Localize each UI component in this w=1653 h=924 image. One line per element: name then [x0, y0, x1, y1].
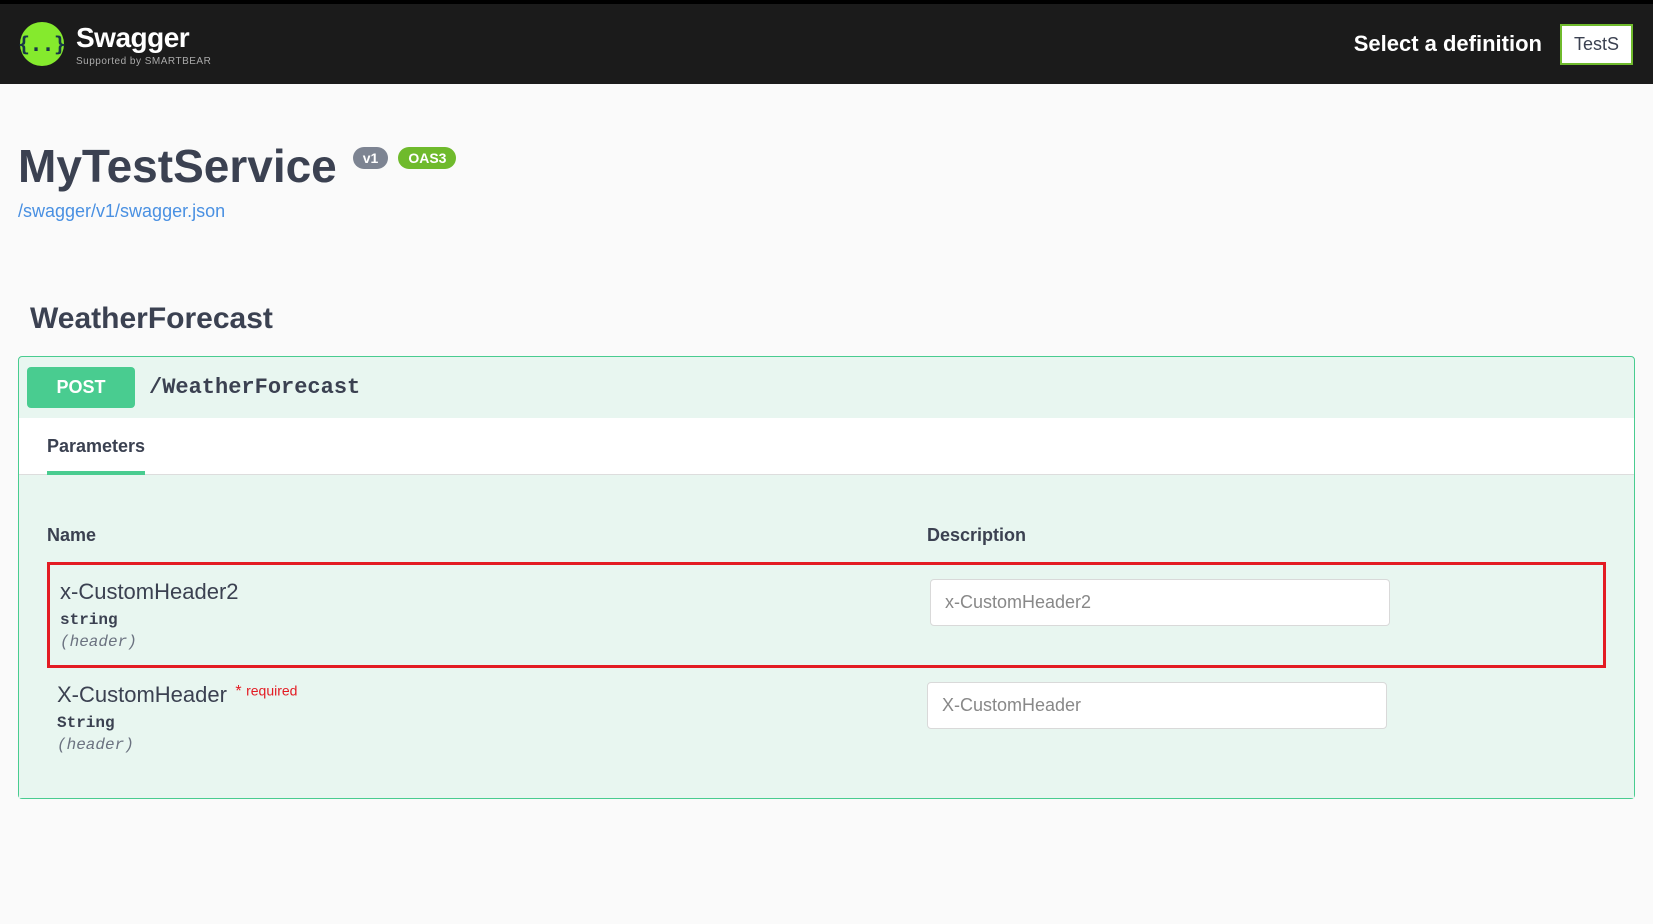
brand-subtitle: Supported by SMARTBEAR — [76, 56, 211, 67]
version-badge: v1 — [353, 147, 389, 169]
select-definition-label: Select a definition — [1354, 31, 1542, 57]
required-asterisk-icon: * — [235, 683, 241, 700]
tag-title[interactable]: WeatherForecast — [18, 302, 1635, 336]
parameter-input[interactable] — [927, 682, 1387, 729]
column-name-header: Name — [47, 525, 927, 546]
logo-container: {..} Swagger Supported by SMARTBEAR — [20, 22, 211, 67]
oas-badge: OAS3 — [398, 147, 456, 169]
topbar-right: Select a definition TestS — [1354, 24, 1633, 65]
parameter-row: x-CustomHeader2 string (header) — [47, 562, 1606, 668]
column-description-header: Description — [927, 525, 1026, 546]
definition-select[interactable]: TestS — [1560, 24, 1633, 65]
tab-parameters[interactable]: Parameters — [47, 436, 145, 475]
tag-section: WeatherForecast POST /WeatherForecast Pa… — [18, 302, 1635, 799]
operation-header[interactable]: POST /WeatherForecast — [19, 357, 1634, 418]
parameter-input[interactable] — [930, 579, 1390, 626]
required-label: required — [246, 683, 297, 699]
api-title: MyTestService — [18, 139, 337, 193]
operation-block: POST /WeatherForecast Parameters Name De… — [18, 356, 1635, 799]
parameter-in: (header) — [60, 633, 930, 651]
parameter-name: X-CustomHeader — [57, 682, 227, 707]
operation-path: /WeatherForecast — [149, 375, 360, 400]
swagger-logo-icon: {..} — [20, 22, 64, 66]
parameter-type: string — [60, 611, 930, 629]
parameter-type: String — [57, 714, 927, 732]
spec-url-link[interactable]: /swagger/v1/swagger.json — [18, 201, 225, 222]
method-badge: POST — [27, 367, 135, 408]
parameter-name: x-CustomHeader2 — [60, 579, 930, 605]
parameters-table: Name Description x-CustomHeader2 string … — [19, 475, 1634, 798]
api-info: MyTestService v1 OAS3 /swagger/v1/swagge… — [18, 84, 1635, 262]
brand-name: Swagger — [76, 22, 211, 54]
tabs: Parameters — [19, 418, 1634, 475]
parameter-in: (header) — [57, 736, 927, 754]
parameter-row: X-CustomHeader * required String (header… — [47, 668, 1606, 768]
topbar: {..} Swagger Supported by SMARTBEAR Sele… — [0, 0, 1653, 84]
